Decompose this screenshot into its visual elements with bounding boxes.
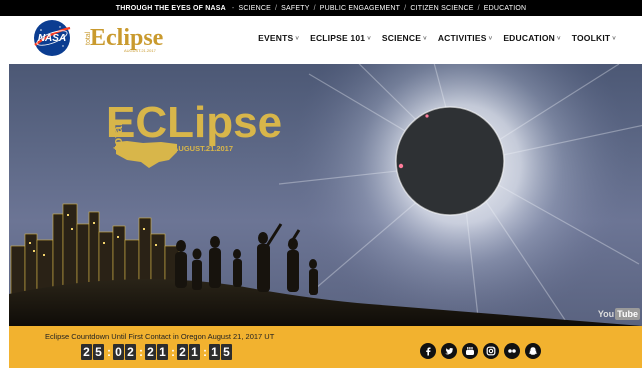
hero-illustration: total ECLipse AUGUST.21.2017 xyxy=(9,64,642,326)
countdown-label: Eclipse Countdown Until First Contact in… xyxy=(45,332,275,341)
countdown-digit: 1 xyxy=(209,344,220,360)
countdown-timer: 2 5 : 0 2 : 2 1 : 2 1 : 1 5 xyxy=(81,344,233,360)
youtube-badge[interactable]: You Tube xyxy=(598,308,640,320)
svg-text:AUGUST.21.2017: AUGUST.21.2017 xyxy=(124,48,157,53)
chevron-down-icon: ˅ xyxy=(488,36,493,42)
countdown-bar: Eclipse Countdown Until First Contact in… xyxy=(9,326,642,368)
countdown-digit: 2 xyxy=(145,344,156,360)
youtube-icon[interactable] xyxy=(462,343,478,359)
top-bar-lead: THROUGH THE EYES OF NASA xyxy=(115,4,226,12)
countdown-digit: 1 xyxy=(189,344,200,360)
site-header: NASA total Eclipse AUGUST.21.2017 EVENTS… xyxy=(0,16,642,60)
snapchat-icon[interactable] xyxy=(525,343,541,359)
countdown-digit: 2 xyxy=(177,344,188,360)
top-link-citizen-science[interactable]: CITIZEN SCIENCE xyxy=(410,5,473,12)
total-eclipse-logo[interactable]: total Eclipse AUGUST.21.2017 xyxy=(80,20,166,54)
nav-science[interactable]: SCIENCE ˅ xyxy=(382,33,427,43)
top-link-safety[interactable]: SAFETY xyxy=(281,5,309,12)
nav-education[interactable]: EDUCATION ˅ xyxy=(503,33,560,43)
svg-text:AUGUST.21.2017: AUGUST.21.2017 xyxy=(173,144,233,153)
countdown-digit: 1 xyxy=(157,344,168,360)
nasa-logo-text: NASA xyxy=(38,33,66,44)
nav-toolkit[interactable]: TOOLKIT ˅ xyxy=(572,33,616,43)
svg-text:ECLipse: ECLipse xyxy=(106,98,282,147)
countdown-digit: 0 xyxy=(113,344,124,360)
top-link-education[interactable]: EDUCATION xyxy=(484,5,527,12)
top-link-public-engagement[interactable]: PUBLIC ENGAGEMENT xyxy=(320,5,400,12)
main-nav: EVENTS ˅ ECLIPSE 101 ˅ SCIENCE ˅ ACTIVITIES… xyxy=(258,16,616,60)
chevron-down-icon: ˅ xyxy=(423,36,427,42)
top-link-science[interactable]: SCIENCE xyxy=(238,5,271,12)
countdown-digit: 5 xyxy=(221,344,232,360)
people-silhouettes xyxy=(175,223,318,295)
flickr-icon[interactable] xyxy=(504,343,520,359)
top-links-bar: THROUGH THE EYES OF NASA - SCIENCE / SAF… xyxy=(0,0,642,16)
chevron-down-icon: ˅ xyxy=(612,36,616,42)
nav-events[interactable]: EVENTS ˅ xyxy=(258,33,299,43)
social-links xyxy=(420,343,541,359)
countdown-digit: 5 xyxy=(93,344,104,360)
hero-video[interactable]: total ECLipse AUGUST.21.2017 You Tube xyxy=(9,64,642,326)
instagram-icon[interactable] xyxy=(483,343,499,359)
nav-activities[interactable]: ACTIVITIES ˅ xyxy=(438,33,492,43)
hero-eclipse-logo: total ECLipse AUGUST.21.2017 xyxy=(106,98,282,168)
twitter-icon[interactable] xyxy=(441,343,457,359)
countdown-digit: 2 xyxy=(81,344,92,360)
chevron-down-icon: ˅ xyxy=(557,36,561,42)
chevron-down-icon: ˅ xyxy=(295,36,300,42)
nav-eclipse-101[interactable]: ECLIPSE 101 ˅ xyxy=(310,33,371,43)
countdown-digit: 2 xyxy=(125,344,136,360)
facebook-icon[interactable] xyxy=(420,343,436,359)
chevron-down-icon: ˅ xyxy=(367,36,371,42)
nasa-logo[interactable]: NASA xyxy=(32,18,72,58)
